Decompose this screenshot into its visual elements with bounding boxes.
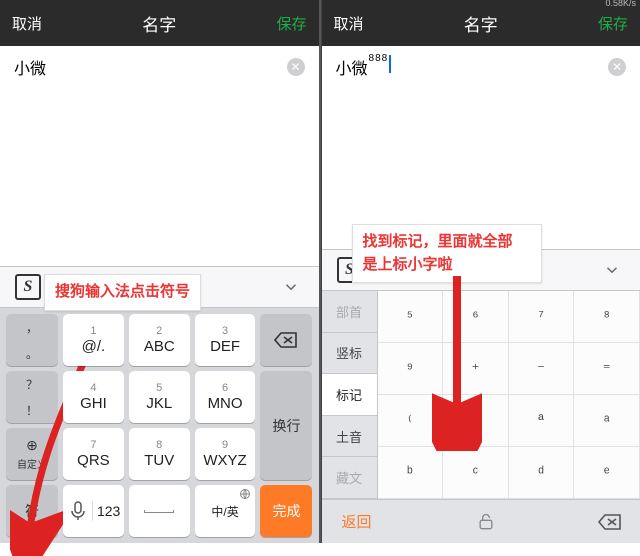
save-button[interactable]: 保存	[598, 13, 628, 34]
sym-cell[interactable]: ᵃ	[574, 395, 640, 447]
key-5[interactable]: 5JKL	[129, 371, 190, 423]
cat-mark[interactable]: 标记	[322, 374, 377, 416]
callout-right: 找到标记，里面就全部 是上标小字啦	[352, 224, 542, 283]
callout-left: 搜狗输入法点击符号	[44, 274, 201, 311]
save-button[interactable]: 保存	[276, 13, 306, 34]
clear-icon[interactable]: ✕	[608, 58, 626, 76]
phone-right: 0.58K/s 取消 名字 保存 小微888 ✕ 找到标记，里面就全部 是上标小…	[321, 0, 640, 543]
lang-key[interactable]: 中/英	[195, 485, 256, 537]
keyboard-t9: ， 。 1@/. 2ABC 3DEF ？ ！ 4GHI 5JKL 6MNO 换行…	[0, 308, 319, 543]
chevron-down-icon[interactable]	[590, 253, 634, 287]
sym-cell[interactable]: ⁻	[509, 343, 575, 395]
clear-icon[interactable]: ✕	[287, 58, 305, 76]
name-field[interactable]: 小微 ✕	[0, 46, 319, 88]
keyboard-symbol-panel: 部首 竖标 标记 土音 藏文 ⁵ ⁶ ⁷ ⁸ ⁹ ⁺ ⁻ ⁼ ⁽ ⁾	[322, 291, 640, 543]
delete-key[interactable]	[580, 513, 640, 531]
key-7[interactable]: 7QRS	[63, 428, 124, 480]
cat-radical[interactable]: 部首	[322, 291, 377, 333]
symbol-bottom-bar: 返回	[322, 499, 640, 543]
cancel-button[interactable]: 取消	[334, 13, 364, 34]
name-value: 小微	[14, 55, 46, 79]
cat-tuyin[interactable]: 土音	[322, 416, 377, 458]
mic-icon[interactable]	[63, 501, 93, 521]
chevron-down-icon[interactable]	[269, 270, 313, 304]
num-key[interactable]: 123	[93, 503, 123, 519]
sym-cell[interactable]: ᶜ	[443, 447, 509, 499]
punct-question-exclaim[interactable]: ？ ！	[6, 371, 58, 423]
delete-key[interactable]	[260, 314, 312, 366]
done-key[interactable]: 完成	[260, 485, 312, 537]
sym-cell[interactable]: ⁺	[443, 343, 509, 395]
sym-cell[interactable]: ⁽	[378, 395, 444, 447]
key-4[interactable]: 4GHI	[63, 371, 124, 423]
sym-cell[interactable]: ª	[509, 395, 575, 447]
custom-key[interactable]: ⊕ 自定义	[6, 428, 58, 480]
key-2[interactable]: 2ABC	[129, 314, 190, 366]
sym-cell[interactable]: ᵇ	[378, 447, 444, 499]
title-label: 名字	[142, 11, 176, 36]
sym-cell[interactable]: ⁸	[574, 291, 640, 343]
newline-key[interactable]: 换行	[260, 371, 312, 480]
punct-comma-period[interactable]: ， 。	[6, 314, 58, 366]
name-field[interactable]: 小微888 ✕	[322, 46, 640, 88]
sym-cell[interactable]: ᵉ	[574, 447, 640, 499]
phone-left: 取消 名字 保存 小微 ✕ 搜狗输入法点击符号 S	[0, 0, 319, 543]
sym-cell[interactable]: ⁹	[378, 343, 444, 395]
cat-vertical[interactable]: 竖标	[322, 333, 377, 375]
content-area: 小微888 ✕ 找到标记，里面就全部 是上标小字啦	[322, 46, 640, 249]
sym-cell[interactable]: ⁼	[574, 343, 640, 395]
cat-tibetan[interactable]: 藏文	[322, 457, 377, 499]
symbol-grid: ⁵ ⁶ ⁷ ⁸ ⁹ ⁺ ⁻ ⁼ ⁽ ⁾ ª ᵃ ᵇ ᶜ ᵈ ᵉ	[378, 291, 640, 499]
sym-cell[interactable]: ⁵	[378, 291, 444, 343]
mic-num-key[interactable]: 123	[63, 485, 124, 537]
caret	[389, 55, 391, 73]
symbol-key[interactable]: 符	[6, 485, 58, 537]
cancel-button[interactable]: 取消	[12, 13, 42, 34]
sym-cell[interactable]: ⁷	[509, 291, 575, 343]
content-area: 小微 ✕ 搜狗输入法点击符号	[0, 46, 319, 266]
symbol-categories: 部首 竖标 标记 土音 藏文	[322, 291, 378, 499]
sym-cell[interactable]: ⁶	[443, 291, 509, 343]
key-6[interactable]: 6MNO	[195, 371, 256, 423]
back-button[interactable]: 返回	[322, 511, 392, 532]
navbar: 0.58K/s 取消 名字 保存	[322, 0, 640, 46]
navbar: 取消 名字 保存	[0, 0, 319, 46]
sym-cell[interactable]: ⁾	[443, 395, 509, 447]
key-3[interactable]: 3DEF	[195, 314, 256, 366]
sym-cell[interactable]: ᵈ	[509, 447, 575, 499]
key-9[interactable]: 9WXYZ	[195, 428, 256, 480]
key-8[interactable]: 8TUV	[129, 428, 190, 480]
key-1[interactable]: 1@/.	[63, 314, 124, 366]
lock-icon[interactable]	[392, 512, 581, 532]
name-value: 小微888	[336, 55, 392, 79]
space-key[interactable]	[129, 485, 190, 537]
title-label: 名字	[464, 11, 498, 36]
net-speed-label: 0.58K/s	[605, 0, 636, 8]
